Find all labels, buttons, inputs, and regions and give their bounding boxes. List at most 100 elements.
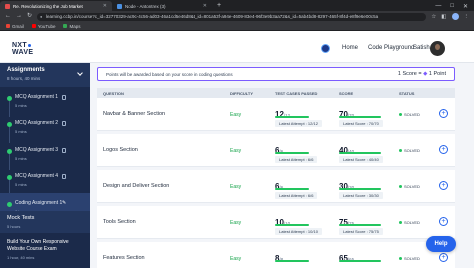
browser-tab[interactable]: Node - Antontrex (3) ✕ xyxy=(112,1,212,11)
profile-icon[interactable] xyxy=(451,13,459,20)
close-window-icon[interactable]: ✕ xyxy=(463,3,468,10)
new-tab-icon[interactable]: + xyxy=(212,1,226,11)
reload-icon[interactable]: ↻ xyxy=(27,11,32,22)
code-edit-icon: ✎ xyxy=(62,199,67,206)
question-title[interactable]: Logos Section xyxy=(103,147,138,153)
column-header-difficulty: DIFFICULTY xyxy=(230,91,254,96)
solved-dot-icon xyxy=(399,149,402,152)
status-badge: SOLVED xyxy=(399,256,420,261)
question-title[interactable]: Design and Deliver Section xyxy=(103,183,169,189)
expand-plus-icon[interactable]: + xyxy=(439,109,448,118)
table-row[interactable]: Features Section Easy 8/8 65/65 SOLVED + xyxy=(97,242,455,268)
document-icon xyxy=(62,174,66,180)
question-title[interactable]: Features Section xyxy=(103,255,145,261)
avatar[interactable] xyxy=(430,41,445,56)
url-field[interactable]: ● learning.ccbp.in/course?c_id=32770329-… xyxy=(37,12,427,21)
score-conversion: 1 Score = ◆ 1 Point xyxy=(397,71,446,77)
test-cases-progress-fill xyxy=(275,152,309,154)
test-cases-progress-fill xyxy=(275,188,309,190)
points-info-banner: Points will be awarded based on your sco… xyxy=(97,67,455,81)
expand-plus-icon[interactable]: + xyxy=(439,253,448,262)
test-cases-progress-bar xyxy=(275,188,309,190)
main-content: Points will be awarded based on your sco… xyxy=(90,63,474,268)
sidebar-item-course-exam[interactable]: Build Your Own Responsive Website Course… xyxy=(0,235,90,268)
nav-code-playground[interactable]: Code Playground xyxy=(368,45,414,51)
status-badge: SOLVED xyxy=(399,220,420,225)
table-row[interactable]: Design and Deliver SectionEasy6/6Latest … xyxy=(97,170,455,203)
browser-tab-strip: Re. Revolutionizing the Job Market ✕ Nod… xyxy=(0,0,474,11)
bookmark-maps[interactable]: Maps xyxy=(63,24,80,29)
tab-title: Re. Revolutionizing the Job Market xyxy=(13,3,83,9)
column-header-question: QUESTION xyxy=(103,91,124,96)
menu-icon[interactable]: ⋮ xyxy=(464,14,470,20)
bookmark-youtube[interactable]: YouTube xyxy=(31,24,55,29)
difficulty-label: Easy xyxy=(230,148,242,154)
user-name[interactable]: Satish xyxy=(413,45,430,51)
maximize-icon[interactable]: □ xyxy=(450,3,454,9)
logo[interactable]: NXT WAVE xyxy=(12,42,33,56)
sidebar: Assignments 8 hours, 40 mins MCQ Assignm… xyxy=(0,63,90,268)
extensions-icon[interactable]: ◧ xyxy=(441,14,446,20)
sidebar-section-assignments[interactable]: Assignments 8 hours, 40 mins xyxy=(0,63,90,87)
tab-favicon-icon xyxy=(5,3,10,9)
score-progress-bar xyxy=(339,116,381,118)
nav-home[interactable]: Home xyxy=(342,45,358,51)
score-progress-bar xyxy=(339,260,381,262)
score-progress-fill xyxy=(339,116,381,118)
forward-icon[interactable]: → xyxy=(16,11,22,22)
sidebar-item-mcq-3[interactable]: MCQ Assignment 3 5 mins xyxy=(0,140,90,170)
app-header: NXT WAVE Home Code Playground Satish xyxy=(0,31,474,63)
sidebar-item-mock-tests[interactable]: Mock Tests 5 hours xyxy=(0,211,90,233)
status-badge: SOLVED xyxy=(399,148,420,153)
solved-dot-icon xyxy=(399,221,402,224)
latest-attempt: Latest Attempt : 10/10 xyxy=(275,228,322,235)
test-cases-progress-fill xyxy=(275,224,309,226)
column-header-score: SCORE xyxy=(339,91,354,96)
expand-plus-icon[interactable]: + xyxy=(439,145,448,154)
score-value: 65/65 xyxy=(339,254,354,263)
solved-dot-icon xyxy=(399,257,402,260)
expand-plus-icon[interactable]: + xyxy=(439,181,448,190)
question-title[interactable]: Navbar & Banner Section xyxy=(103,111,165,117)
tab-title: Node - Antontrex (3) xyxy=(125,3,166,9)
minimize-icon[interactable]: — xyxy=(435,3,441,9)
streak-icon[interactable] xyxy=(321,44,330,53)
latest-score: Latest Score : 40/40 xyxy=(339,156,383,163)
score-progress-bar xyxy=(339,188,381,190)
table-row[interactable]: Navbar & Banner SectionEasy12/12Latest A… xyxy=(97,98,455,131)
status-badge: SOLVED xyxy=(399,184,420,189)
help-button[interactable]: Help xyxy=(426,236,456,252)
tab-favicon-icon xyxy=(117,3,122,9)
lock-icon: ● xyxy=(40,13,43,19)
latest-attempt: Latest Attempt : 6/6 xyxy=(275,156,318,163)
score-progress-fill xyxy=(339,260,381,262)
test-cases-progress-bar xyxy=(275,224,309,226)
question-title[interactable]: Tools Section xyxy=(103,219,136,225)
bookmark-gmail[interactable]: Gmail xyxy=(6,24,24,29)
sidebar-item-mcq-1[interactable]: MCQ Assignment 1 5 mins xyxy=(0,87,90,117)
browser-tab-active[interactable]: Re. Revolutionizing the Job Market ✕ xyxy=(0,1,112,11)
solved-dot-icon xyxy=(399,113,402,116)
test-cases-progress-fill xyxy=(275,116,309,118)
test-cases-progress-bar xyxy=(275,152,309,154)
table-row[interactable]: Tools SectionEasy10/10Latest Attempt : 1… xyxy=(97,206,455,239)
difficulty-label: Easy xyxy=(230,112,242,118)
back-icon[interactable]: ← xyxy=(5,11,11,22)
expand-plus-icon[interactable]: + xyxy=(439,217,448,226)
sidebar-item-mcq-4[interactable]: MCQ Assignment 4 5 mins xyxy=(0,166,90,197)
document-icon xyxy=(62,95,66,100)
logo-dot-icon xyxy=(27,44,31,47)
close-tab-icon[interactable]: ✕ xyxy=(203,3,207,9)
table-row[interactable]: Logos SectionEasy6/6Latest Attempt : 6/6… xyxy=(97,134,455,167)
latest-score: Latest Score : 70/70 xyxy=(339,120,383,127)
completed-dot-icon xyxy=(7,201,12,207)
sidebar-item-mcq-2[interactable]: MCQ Assignment 2 5 mins xyxy=(0,113,90,144)
url-text: learning.ccbp.in/course?c_id=32770329-ac… xyxy=(46,13,379,19)
score-progress-bar xyxy=(339,224,381,226)
difficulty-label: Easy xyxy=(230,184,242,190)
close-tab-icon[interactable]: ✕ xyxy=(103,3,107,9)
gmail-icon xyxy=(6,24,10,28)
star-icon[interactable]: ☆ xyxy=(431,14,436,20)
latest-score: Latest Score : 75/75 xyxy=(339,228,383,235)
column-header-test-cases: TEST CASES PASSED xyxy=(275,91,318,96)
